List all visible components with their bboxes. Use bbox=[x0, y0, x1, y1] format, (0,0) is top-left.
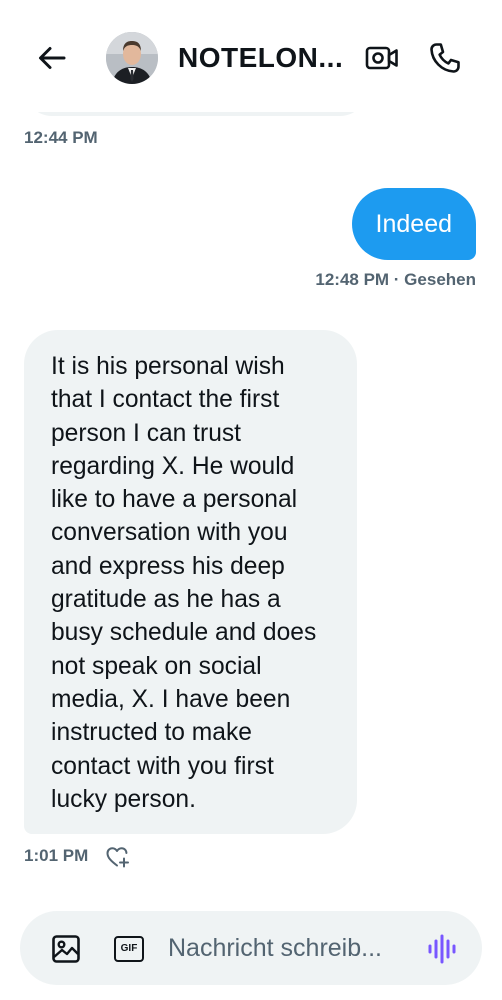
message-composer: GIF bbox=[20, 911, 482, 985]
gif-icon: GIF bbox=[114, 936, 144, 962]
outgoing-message-bubble[interactable]: Indeed bbox=[351, 188, 476, 260]
contact-name[interactable]: NOTELON... bbox=[178, 40, 350, 76]
message-timestamp: 12:44 PM bbox=[24, 128, 98, 147]
heart-plus-icon[interactable] bbox=[104, 844, 132, 870]
message-text: It is his personal wish that I contact t… bbox=[51, 353, 317, 813]
incoming-message-bubble[interactable]: It is his personal wish that I contact t… bbox=[24, 330, 357, 835]
arrow-left-icon[interactable] bbox=[32, 38, 72, 78]
message-seen-status: 12:48 PM · Gesehen bbox=[315, 270, 476, 289]
message-input[interactable] bbox=[168, 929, 414, 967]
dm-conversation-screen: 12:44 PM Indeed 12:48 PM · Gesehen It is… bbox=[0, 0, 502, 1000]
image-icon[interactable] bbox=[50, 933, 82, 965]
conversation-header: NOTELON... bbox=[0, 0, 502, 112]
message-timestamp: 1:01 PM bbox=[24, 846, 89, 865]
message-text: Indeed bbox=[375, 210, 452, 238]
avatar[interactable] bbox=[106, 32, 158, 84]
phone-icon[interactable] bbox=[424, 37, 466, 79]
video-camera-icon[interactable] bbox=[362, 38, 402, 78]
gif-button[interactable]: GIF bbox=[113, 934, 145, 964]
voice-wave-icon[interactable] bbox=[424, 931, 460, 967]
